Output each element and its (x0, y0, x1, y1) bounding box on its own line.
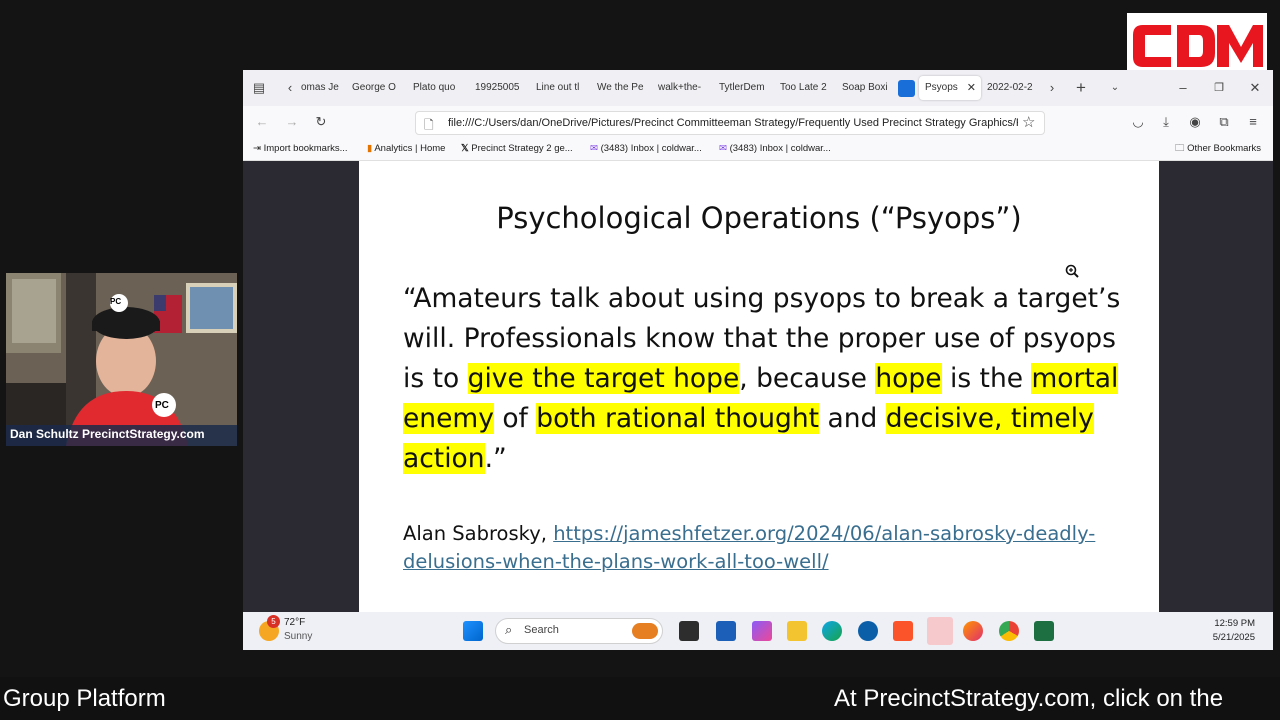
task-view-icon[interactable] (679, 621, 699, 641)
folder-icon: 🗀 (1175, 143, 1188, 154)
bookmarks-bar: ⇥ Import bookmarks... ▮ Analytics | Home… (243, 138, 1273, 161)
chevron-down-icon[interactable]: ⌄ (1105, 76, 1125, 100)
brave-icon[interactable] (893, 621, 913, 641)
download-icon[interactable]: ⤓ (1155, 110, 1177, 134)
tab[interactable]: Too Late 2 (780, 76, 828, 100)
weather-desc[interactable]: Sunny (284, 631, 312, 642)
ticker-text-left: Group Platform (3, 685, 166, 712)
tab[interactable]: Soap Boxi (842, 76, 890, 100)
file-explorer-icon[interactable] (787, 621, 807, 641)
search-icon: ⌕ (505, 622, 513, 637)
url-text: file:///C:/Users/dan/OneDrive/Pictures/P… (448, 117, 1018, 129)
slide-image: Psychological Operations (“Psyops”) “Ama… (359, 161, 1159, 612)
close-tab-icon[interactable]: ✕ (967, 76, 976, 100)
cap-badge: PC (110, 297, 122, 306)
url-bar[interactable]: 🗋 file:///C:/Users/dan/OneDrive/Pictures… (415, 111, 1045, 135)
tab[interactable]: George O (352, 76, 400, 100)
dell-icon[interactable] (858, 621, 878, 641)
bookmark-precinct-strategy[interactable]: 𝕏 Precinct Strategy 2 ge... (461, 138, 573, 160)
back-icon[interactable]: ← (251, 110, 273, 134)
start-icon[interactable] (463, 621, 483, 641)
bookmark-inbox-2[interactable]: ✉ (3483) Inbox | coldwar... (719, 138, 831, 160)
scroll-tabs-right-icon[interactable]: › (1045, 76, 1059, 100)
notification-badge: 5 (267, 615, 280, 628)
import-icon: ⇥ (253, 143, 264, 154)
tab[interactable]: TytlerDem (719, 76, 767, 100)
clock-date[interactable]: 5/21/2025 (1203, 632, 1255, 643)
tab-active[interactable]: Psyops ✕ (919, 76, 981, 100)
edge-icon[interactable] (822, 621, 842, 641)
onedrive-icon[interactable] (927, 617, 953, 645)
page-viewport: Psychological Operations (“Psyops”) “Ama… (243, 161, 1273, 612)
firefox-icon[interactable] (963, 621, 983, 641)
extensions-icon[interactable]: ⧉ (1213, 110, 1235, 134)
scroll-tabs-left-icon[interactable]: ‹ (283, 76, 297, 100)
attribution: Alan Sabrosky, https://jameshfetzer.org/… (403, 520, 1133, 576)
ticker-text-right: At PrecinctStrategy.com, click on the (834, 685, 1224, 712)
close-window-icon[interactable]: ✕ (1245, 76, 1265, 100)
taskbar-search[interactable]: ⌕ Search (495, 618, 663, 644)
clock-time[interactable]: 12:59 PM (1203, 618, 1255, 629)
search-label: Search (524, 624, 559, 636)
highlight: both rational thought (536, 403, 820, 434)
tab[interactable]: walk+the- (658, 76, 706, 100)
tab-bar: ▤ ‹ omas Je George O Plato quo 19925005 … (243, 70, 1273, 106)
bookmark-analytics[interactable]: ▮ Analytics | Home (367, 138, 445, 160)
new-tab-icon[interactable]: + (1071, 76, 1091, 100)
taskbar: 5 72°F Sunny ⌕ Search 12:59 PM 5/21/2025 (243, 612, 1273, 650)
tab-list-icon[interactable]: ▤ (249, 76, 269, 100)
mail-icon: ✉ (590, 143, 601, 154)
store-icon[interactable] (716, 621, 736, 641)
forward-icon[interactable]: → (281, 110, 303, 134)
tab[interactable]: Plato quo (413, 76, 461, 100)
star-icon[interactable]: ☆ (1022, 113, 1035, 131)
mail-icon: ✉ (719, 143, 730, 154)
search-highlight-icon (632, 623, 658, 639)
other-bookmarks[interactable]: 🗀 Other Bookmarks (1175, 138, 1261, 160)
slide-title: Psychological Operations (“Psyops”) (496, 201, 1022, 235)
tab[interactable]: We the Pe (597, 76, 645, 100)
webcam-feed: PC PC (6, 273, 237, 446)
tab-favicon (898, 80, 915, 97)
tab[interactable]: Line out tl (536, 76, 584, 100)
tab[interactable]: 19925005 (475, 76, 523, 100)
copilot-icon[interactable] (752, 621, 772, 641)
menu-icon[interactable]: ≡ (1242, 110, 1264, 134)
tab-active-label: Psyops (925, 82, 958, 93)
news-ticker: Group Platform At PrecinctStrategy.com, … (0, 677, 1280, 720)
shirt-badge: PC (155, 400, 169, 411)
webcam-name-label: Dan Schultz PrecinctStrategy.com (10, 427, 205, 441)
restore-icon[interactable]: ❐ (1209, 76, 1229, 100)
account-icon[interactable]: ◉ (1184, 110, 1206, 134)
tab[interactable]: 2022-02-2 (987, 76, 1035, 100)
pocket-icon[interactable]: ◡ (1127, 110, 1149, 134)
bookmark-import[interactable]: ⇥ Import bookmarks... (253, 138, 348, 160)
minimize-icon[interactable]: – (1173, 76, 1193, 100)
x-icon: 𝕏 (461, 143, 472, 154)
highlight: hope (875, 363, 942, 394)
file-icon: 🗋 (424, 118, 434, 132)
author: Alan Sabrosky, (403, 522, 554, 545)
quote-text: “Amateurs talk about using psyops to bre… (403, 283, 1121, 474)
browser-window: ▤ ‹ omas Je George O Plato quo 19925005 … (243, 70, 1273, 650)
reload-icon[interactable]: ↻ (310, 110, 332, 134)
tab[interactable]: omas Je (301, 76, 341, 100)
chrome-icon[interactable] (999, 621, 1019, 641)
zoom-in-icon[interactable] (1065, 264, 1079, 283)
bookmark-inbox-1[interactable]: ✉ (3483) Inbox | coldwar... (590, 138, 702, 160)
excel-icon[interactable] (1034, 621, 1054, 641)
weather-temp[interactable]: 72°F (284, 617, 305, 628)
highlight: give the target hope (467, 363, 740, 394)
